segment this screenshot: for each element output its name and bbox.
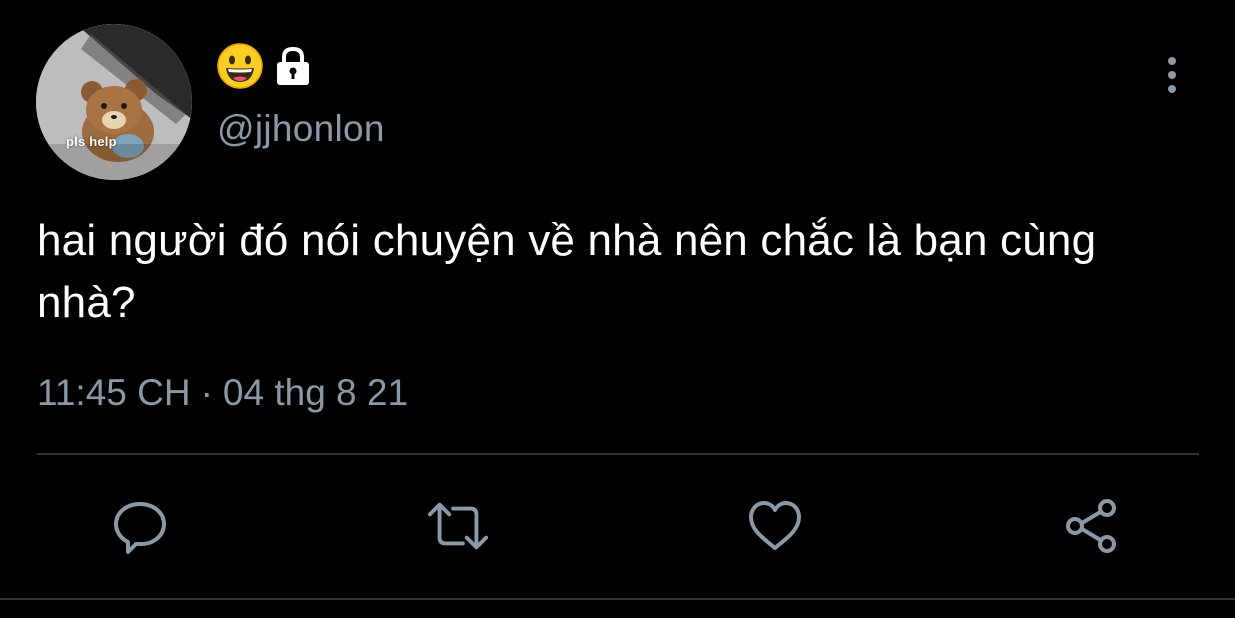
reply-button[interactable] bbox=[108, 494, 172, 558]
tweet-date: 04 thg 8 21 bbox=[222, 372, 409, 413]
retweet-arrows-icon bbox=[427, 502, 489, 550]
user-handle[interactable]: @jjhonlon bbox=[217, 108, 385, 150]
divider bbox=[37, 453, 1199, 455]
avatar[interactable]: pls help bbox=[36, 24, 192, 180]
display-name[interactable] bbox=[216, 42, 312, 90]
tweet-time: 11:45 CH bbox=[37, 372, 191, 413]
bottom-divider bbox=[0, 598, 1235, 600]
retweet-button[interactable] bbox=[426, 494, 490, 558]
like-button[interactable] bbox=[743, 494, 807, 558]
tweet-text: hai người đó nói chuyện về nhà nên chắc … bbox=[37, 216, 1097, 327]
comment-bubble-icon bbox=[114, 502, 166, 554]
avatar-caption: pls help bbox=[66, 134, 117, 149]
share-button[interactable] bbox=[1060, 494, 1124, 558]
heart-icon bbox=[749, 501, 801, 550]
tweet-card: pls help @jjhonlon hai người đó nói chuy… bbox=[0, 0, 1235, 618]
lock-icon bbox=[274, 45, 312, 87]
grinning-face-emoji-icon bbox=[216, 42, 264, 90]
share-nodes-icon bbox=[1066, 499, 1116, 553]
more-options-icon[interactable] bbox=[1158, 55, 1186, 95]
avatar-photo bbox=[36, 24, 192, 180]
timestamp-separator: · bbox=[200, 372, 213, 413]
tweet-timestamp[interactable]: 11:45 CH · 04 thg 8 21 bbox=[37, 372, 408, 414]
